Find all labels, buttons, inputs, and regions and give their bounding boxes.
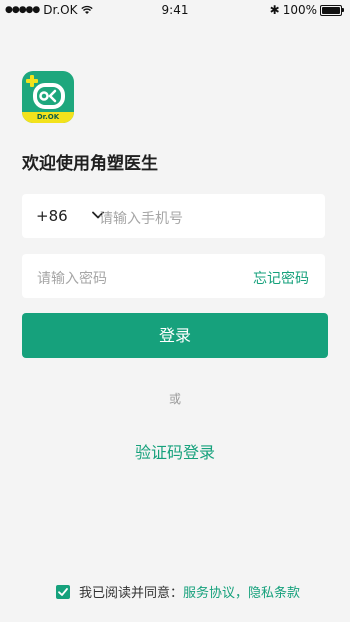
logo-strip: Dr.OK: [22, 112, 74, 123]
agreement-row: 我已阅读并同意： 服务协议 ， 隐私条款: [56, 582, 300, 601]
status-right: ✱ 100%: [269, 3, 344, 17]
app-logo: Dr.OK: [22, 71, 74, 123]
check-icon: [58, 587, 68, 596]
page-title: 欢迎使用角塑医生: [22, 154, 158, 174]
service-agreement-link[interactable]: 服务协议: [183, 582, 235, 601]
phone-input[interactable]: 请输入手机号: [99, 208, 183, 228]
agreement-prefix: 我已阅读并同意：: [79, 586, 184, 601]
password-field[interactable]: 请输入密码 忘记密码: [22, 254, 325, 298]
phone-field[interactable]: +86 请输入手机号: [22, 194, 325, 238]
or-divider-text: 或: [168, 392, 181, 406]
agreement-separator: ，: [235, 586, 249, 601]
login-button[interactable]: 登录: [22, 313, 328, 358]
password-input[interactable]: 请输入密码: [37, 268, 107, 288]
agreement-checkbox[interactable]: [56, 584, 70, 599]
battery-icon: [320, 4, 344, 16]
country-code-selector[interactable]: +86: [36, 207, 68, 225]
forgot-password-link[interactable]: 忘记密码: [253, 268, 309, 288]
bluetooth-icon: ✱: [269, 3, 280, 17]
code-login-link[interactable]: 验证码登录: [0, 439, 350, 463]
privacy-policy-link[interactable]: 隐私条款: [248, 582, 300, 601]
status-bar: ●●●●● Dr.OK 9:41 ✱ 100%: [0, 0, 350, 20]
battery-percent: 100%: [282, 3, 317, 17]
